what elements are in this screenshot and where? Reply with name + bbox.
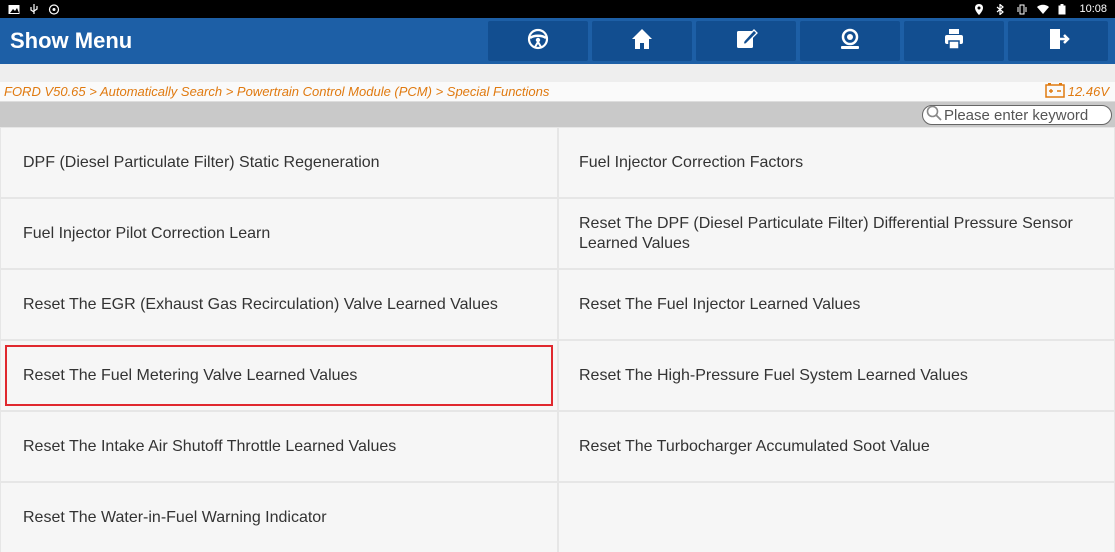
battery-icon [1058,3,1070,15]
status-time: 10:08 [1079,3,1107,15]
function-row: Reset The Intake Air Shutoff Throttle Le… [0,411,1115,482]
edit-button[interactable] [696,21,796,61]
edit-icon [734,27,758,56]
function-item[interactable]: Reset The Fuel Injector Learned Values [558,269,1115,340]
function-row: Fuel Injector Pilot Correction Learn Res… [0,198,1115,269]
function-row: Reset The EGR (Exhaust Gas Recirculation… [0,269,1115,340]
header-bar: Show Menu [0,18,1115,64]
function-row: DPF (Diesel Particulate Filter) Static R… [0,127,1115,198]
function-item[interactable]: Reset The High-Pressure Fuel System Lear… [558,340,1115,411]
usb-icon [28,3,40,15]
vibrate-icon [1016,4,1028,15]
breadcrumb: FORD V50.65 > Automatically Search > Pow… [0,82,1115,102]
support-button[interactable] [800,21,900,61]
exit-icon [1046,27,1070,56]
home-button[interactable] [592,21,692,61]
print-button[interactable] [904,21,1004,61]
steering-wheel-icon [526,27,550,56]
app-root: 10:08 Show Menu FORD V50.65 > Automatica… [0,0,1115,552]
function-row: Reset The Water-in-Fuel Warning Indicato… [0,482,1115,552]
function-item[interactable]: Reset The DPF (Diesel Particulate Filter… [558,198,1115,269]
page-title: Show Menu [10,28,133,53]
function-item[interactable]: Fuel Injector Pilot Correction Learn [0,198,558,269]
function-item[interactable]: DPF (Diesel Particulate Filter) Static R… [0,127,558,198]
settings-icon [48,3,60,15]
printer-icon [942,27,966,56]
location-icon [974,3,986,15]
function-item-selected[interactable]: Reset The Fuel Metering Valve Learned Va… [0,340,558,411]
bluetooth-icon [995,2,1007,16]
search-bar [0,102,1115,127]
vehicle-button[interactable] [488,21,588,61]
function-item[interactable]: Fuel Injector Correction Factors [558,127,1115,198]
function-row: Reset The Fuel Metering Valve Learned Va… [0,340,1115,411]
function-item[interactable]: Reset The Water-in-Fuel Warning Indicato… [0,482,558,552]
support-icon [838,27,862,56]
home-icon [630,27,654,56]
breadcrumb-path: FORD V50.65 > Automatically Search > Pow… [4,84,550,99]
search-box[interactable] [922,105,1112,125]
function-item[interactable]: Reset The Turbocharger Accumulated Soot … [558,411,1115,482]
car-battery-icon [1045,82,1065,101]
voltage-indicator: 12.46V [1045,82,1115,101]
exit-button[interactable] [1008,21,1108,61]
search-input[interactable] [942,106,1102,124]
status-bar: 10:08 [0,0,1115,18]
function-item[interactable]: Reset The EGR (Exhaust Gas Recirculation… [0,269,558,340]
search-icon [926,105,942,126]
wifi-icon [1037,4,1050,15]
image-icon [8,4,20,15]
voltage-value: 12.46V [1067,84,1109,99]
function-item[interactable]: Reset The Intake Air Shutoff Throttle Le… [0,411,558,482]
empty-cell [558,482,1115,552]
function-grid: DPF (Diesel Particulate Filter) Static R… [0,127,1115,552]
